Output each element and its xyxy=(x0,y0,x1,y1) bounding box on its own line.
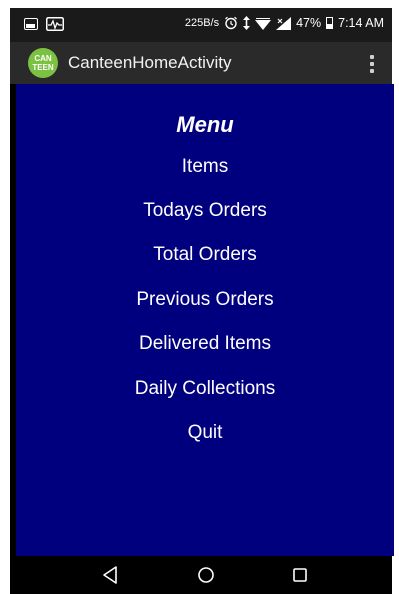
status-right-indicators: 225B/s 47% 7:14 AM xyxy=(185,16,384,30)
menu-item-quit[interactable]: Quit xyxy=(16,422,394,444)
app-logo-icon: CAN TEEN xyxy=(28,48,58,78)
back-icon[interactable] xyxy=(98,564,122,586)
signal-icon xyxy=(276,16,292,30)
overflow-menu-icon[interactable] xyxy=(368,55,376,73)
menu-item-items[interactable]: Items xyxy=(16,156,394,178)
navigation-bar xyxy=(10,556,392,594)
phone-screen: 225B/s 47% 7:14 AM CAN TEEN CanteenHomeA… xyxy=(10,8,394,594)
overflow-dot xyxy=(370,69,374,73)
status-time: 7:14 AM xyxy=(338,16,384,30)
image-icon xyxy=(24,18,38,30)
menu-panel: Menu Items Todays Orders Total Orders Pr… xyxy=(16,84,394,556)
menu-item-delivered-items[interactable]: Delivered Items xyxy=(16,333,394,355)
alarm-icon xyxy=(225,16,238,30)
menu-item-total-orders[interactable]: Total Orders xyxy=(16,244,394,266)
battery-percent: 47% xyxy=(296,16,322,30)
battery-icon xyxy=(326,17,334,29)
overflow-dot xyxy=(370,62,374,66)
data-arrows-icon xyxy=(243,16,251,30)
menu-item-previous-orders[interactable]: Previous Orders xyxy=(16,289,394,311)
action-bar: CAN TEEN CanteenHomeActivity xyxy=(10,42,392,84)
menu-item-daily-collections[interactable]: Daily Collections xyxy=(16,378,394,400)
app-logo-text-bottom: TEEN xyxy=(32,63,54,72)
app-logo-text-top: CAN xyxy=(34,54,52,63)
overflow-dot xyxy=(370,55,374,59)
status-bar: 225B/s 47% 7:14 AM xyxy=(10,8,392,42)
recents-icon[interactable] xyxy=(288,564,312,586)
menu-title: Menu xyxy=(176,112,234,137)
status-left-icons xyxy=(24,17,64,31)
home-icon[interactable] xyxy=(194,564,218,586)
activity-icon xyxy=(46,17,64,31)
app-title: CanteenHomeActivity xyxy=(68,53,232,72)
wifi-icon xyxy=(255,17,272,30)
network-speed: 225B/s xyxy=(184,17,220,29)
menu-item-todays-orders[interactable]: Todays Orders xyxy=(16,200,394,222)
